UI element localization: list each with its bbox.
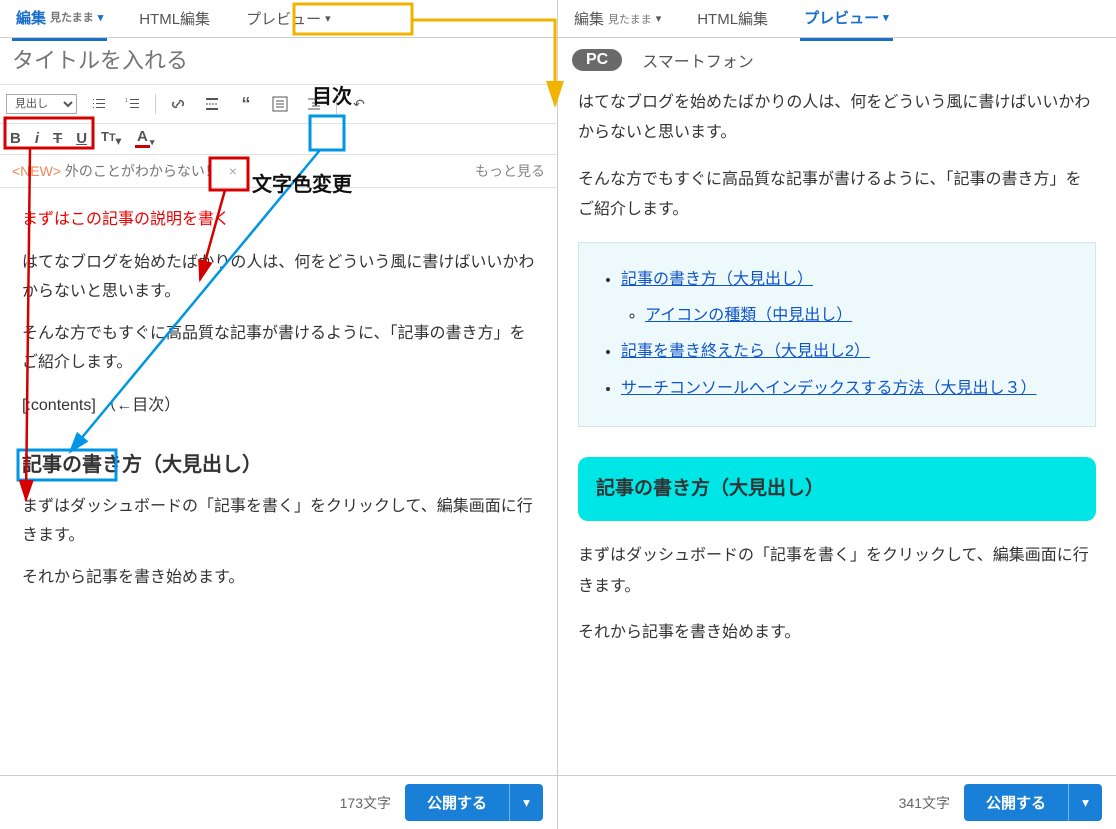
tab-edit-sublabel: 見たまま bbox=[50, 9, 94, 25]
tab-html[interactable]: HTML編集 bbox=[693, 4, 772, 39]
title-input[interactable] bbox=[12, 48, 346, 74]
toc-link[interactable]: 記事を書き終えたら（大見出し2） bbox=[621, 343, 870, 360]
toc-link[interactable]: サーチコンソールへインデックスする方法（大見出し３） bbox=[621, 380, 1037, 397]
tab-edit-label: 編集 bbox=[16, 7, 46, 28]
editor-line: [:contents] （←目次） bbox=[22, 392, 535, 421]
editor-line: それから記事を書き始めます。 bbox=[22, 564, 535, 593]
chevron-down-icon: ▾ bbox=[883, 11, 889, 24]
char-count: 341文字 bbox=[899, 793, 950, 813]
preview-body: はてなブログを始めたばかりの人は、何をどういう風に書けばいいかわからないと思いま… bbox=[558, 80, 1116, 775]
bold-button[interactable]: B bbox=[10, 130, 21, 147]
subtab-pc[interactable]: PC bbox=[572, 49, 622, 71]
toc-box: 記事の書き方（大見出し） アイコンの種類（中見出し） 記事を書き終えたら（大見出… bbox=[578, 242, 1096, 428]
chevron-down-icon: ▾ bbox=[98, 11, 104, 24]
chevron-down-icon: ▾ bbox=[325, 12, 331, 25]
tab-preview-label: プレビュー bbox=[246, 8, 321, 29]
tab-edit-label: 編集 bbox=[574, 8, 604, 29]
toc-shortcode: [:contents] bbox=[22, 397, 96, 414]
news-banner[interactable]: <NEW> 外のことがわからない！ × bbox=[12, 161, 237, 181]
tab-html[interactable]: HTML編集 bbox=[135, 4, 214, 39]
preview-paragraph: はてなブログを始めたばかりの人は、何をどういう風に書けばいいかわからないと思いま… bbox=[578, 88, 1096, 149]
editor-line: まずはダッシュボードの「記事を書く」をクリックして、編集画面に行きます。 bbox=[22, 493, 535, 551]
tab-preview[interactable]: プレビュー ▾ bbox=[800, 3, 893, 41]
publish-dropdown[interactable]: ▾ bbox=[1068, 784, 1102, 821]
underline-button[interactable]: U bbox=[76, 130, 87, 147]
toc-note: （←目次） bbox=[100, 397, 180, 414]
quote-icon[interactable]: “ bbox=[234, 92, 258, 116]
fontsize-button[interactable]: TT▾ bbox=[101, 129, 121, 148]
italic-button[interactable]: i bbox=[35, 130, 39, 147]
editor-body[interactable]: まずはこの記事の説明を書く はてなブログを始めたばかりの人は、何をどういう風に書… bbox=[0, 188, 557, 625]
toc-link[interactable]: 記事の書き方（大見出し） bbox=[621, 271, 813, 288]
preview-paragraph: まずはダッシュボードの「記事を書く」をクリックして、編集画面に行きます。 bbox=[578, 541, 1096, 602]
subtab-smartphone[interactable]: スマートフォン bbox=[642, 48, 754, 72]
news-more-link[interactable]: もっと見る bbox=[475, 161, 545, 181]
news-tag: <NEW> bbox=[12, 163, 61, 179]
tab-edit-sublabel: 見たまま bbox=[608, 11, 652, 27]
strike-button[interactable]: T bbox=[53, 130, 62, 147]
toc-link[interactable]: アイコンの種類（中見出し） bbox=[645, 307, 852, 324]
editor-line: はてなブログを始めたばかりの人は、何をどういう風に書けばいいかわからないと思いま… bbox=[22, 249, 535, 307]
svg-text:1: 1 bbox=[125, 98, 128, 104]
publish-button[interactable]: 公開する bbox=[405, 784, 509, 821]
read-more-icon[interactable] bbox=[200, 92, 224, 116]
tab-edit[interactable]: 編集 見たまま ▾ bbox=[570, 4, 665, 39]
publish-dropdown[interactable]: ▾ bbox=[509, 784, 543, 821]
preview-paragraph: それから記事を書き始めます。 bbox=[578, 618, 1096, 648]
tab-edit[interactable]: 編集 見たまま ▾ bbox=[12, 3, 107, 41]
publish-button[interactable]: 公開する bbox=[964, 784, 1068, 821]
chevron-down-icon: ▾ bbox=[656, 12, 662, 25]
char-count: 173文字 bbox=[340, 793, 391, 813]
tab-preview[interactable]: プレビュー ▾ bbox=[242, 4, 335, 39]
editor-heading: 記事の書き方（大見出し） bbox=[22, 447, 535, 483]
editor-line: まずはこの記事の説明を書く bbox=[22, 206, 535, 235]
editor-line: そんな方でもすぐに高品質な記事が書けるように、「記事の書き方」をご紹介します。 bbox=[22, 320, 535, 378]
ordered-list-icon[interactable]: 1 bbox=[121, 92, 145, 116]
preview-heading: 記事の書き方（大見出し） bbox=[578, 457, 1096, 521]
tab-preview-label: プレビュー bbox=[804, 7, 879, 28]
text-color-button[interactable]: A▾ bbox=[135, 128, 154, 148]
annotation-label: 目次 bbox=[312, 80, 352, 109]
heading-select[interactable]: 見出し bbox=[6, 94, 77, 114]
preview-paragraph: そんな方でもすぐに高品質な記事が書けるように、「記事の書き方」をご紹介します。 bbox=[578, 165, 1096, 226]
close-icon[interactable]: × bbox=[229, 163, 237, 179]
news-text: 外のことがわからない！ bbox=[65, 163, 219, 179]
contents-icon[interactable] bbox=[268, 92, 292, 116]
link-icon[interactable] bbox=[166, 92, 190, 116]
unordered-list-icon[interactable] bbox=[87, 92, 111, 116]
annotation-label: 文字色変更 bbox=[252, 168, 352, 197]
divider bbox=[155, 94, 156, 114]
